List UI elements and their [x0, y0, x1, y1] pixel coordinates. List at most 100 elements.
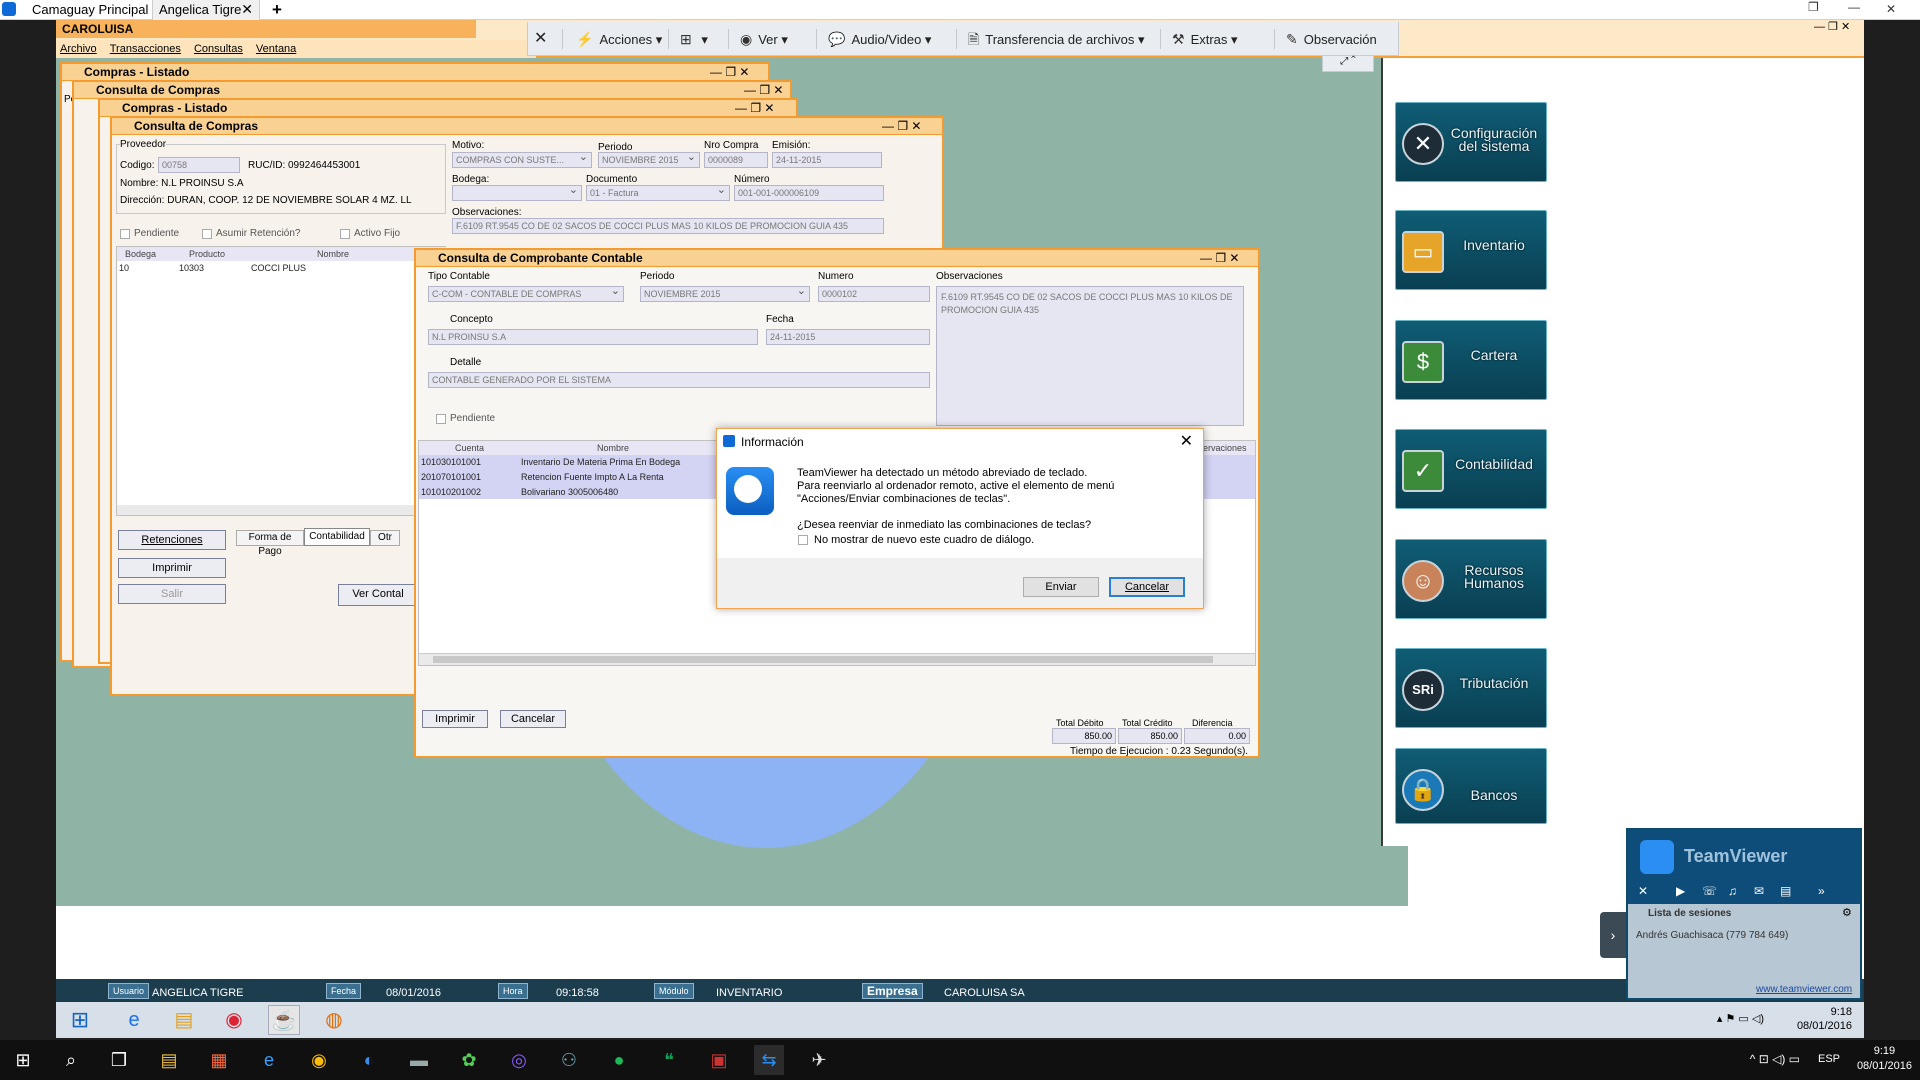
store-icon[interactable]: ▦: [204, 1045, 234, 1075]
add-tab-button[interactable]: +: [272, 0, 282, 20]
menu-transacciones[interactable]: Transacciones: [110, 43, 181, 55]
task-view-icon[interactable]: ❒: [104, 1045, 134, 1075]
expand-icon[interactable]: »: [1818, 884, 1825, 898]
module-cartera-button[interactable]: $ Cartera: [1395, 320, 1547, 400]
horizontal-scrollbar[interactable]: [419, 653, 1255, 665]
hangouts-icon[interactable]: ❝: [654, 1045, 684, 1075]
panel-collapse-handle[interactable]: ›: [1600, 912, 1626, 958]
module-recursos-humanos-button[interactable]: ☺ Recursos Humanos: [1395, 539, 1547, 619]
teamviewer-icon[interactable]: ⇆: [754, 1045, 784, 1075]
file-explorer-icon[interactable]: ▤: [154, 1045, 184, 1075]
window-controls[interactable]: — ❐ ✕: [744, 82, 783, 99]
chat-icon[interactable]: ✉: [1754, 884, 1764, 898]
windows-start-icon[interactable]: ⊞: [64, 1005, 96, 1035]
toolbar-collapse-tab[interactable]: ⤢ ⌃: [1322, 56, 1374, 72]
edge-icon[interactable]: e: [254, 1045, 284, 1075]
window-titlebar[interactable]: Compras - Listado — ❐ ✕: [62, 64, 768, 81]
observaciones-field[interactable]: F.6109 RT.9545 CO DE 02 SACOS DE COCCI P…: [936, 286, 1244, 426]
asumir-retencion-checkbox[interactable]: [202, 229, 212, 239]
video-icon[interactable]: ▶: [1676, 884, 1685, 898]
retenciones-button[interactable]: Retenciones: [118, 530, 226, 550]
acciones-menu[interactable]: ⚡ Acciones ▾: [576, 22, 662, 56]
app-icon[interactable]: ✈: [804, 1045, 834, 1075]
ie-icon[interactable]: e: [118, 1005, 150, 1035]
ver-contabilidad-button[interactable]: Ver Contal: [338, 584, 418, 606]
window-controls[interactable]: — ❐ ✕: [882, 118, 921, 135]
fullscreen-icon[interactable]: ⤢: [1340, 56, 1348, 67]
imprimir-button[interactable]: Imprimir: [118, 558, 226, 578]
window-titlebar[interactable]: Consulta de Compras — ❐ ✕: [112, 118, 942, 135]
tab-contabilidad[interactable]: Contabilidad: [304, 528, 370, 546]
fecha-field[interactable]: 24-11-2015: [766, 329, 930, 345]
app-icon[interactable]: ◐: [354, 1045, 384, 1075]
motivo-select[interactable]: COMPRAS CON SUSTE...: [452, 152, 592, 168]
window-controls[interactable]: — ❐ ✕: [1200, 250, 1239, 267]
chevron-up-icon[interactable]: ⌃: [1351, 56, 1356, 67]
pendiente-checkbox[interactable]: [120, 229, 130, 239]
window-controls[interactable]: — ❐ ✕: [710, 64, 749, 81]
enviar-button[interactable]: Enviar: [1023, 577, 1099, 597]
app-icon[interactable]: ✿: [454, 1045, 484, 1075]
bodega-select[interactable]: [452, 185, 582, 201]
detalle-field[interactable]: CONTABLE GENERADO POR EL SISTEMA: [428, 372, 930, 388]
ver-menu[interactable]: ◉ Ver ▾: [740, 22, 788, 56]
extras-menu[interactable]: ⚒ Extras ▾: [1172, 22, 1238, 56]
periodo-select[interactable]: NOVIEMBRE 2015: [598, 152, 700, 168]
minimize-icon[interactable]: —: [1848, 0, 1860, 14]
activo-fijo-checkbox[interactable]: [340, 229, 350, 239]
restore-icon[interactable]: ❐: [1808, 0, 1819, 14]
numero-field[interactable]: 0000102: [818, 286, 930, 302]
module-inventario-button[interactable]: ▭ Inventario: [1395, 210, 1547, 290]
search-icon[interactable]: ⌕: [56, 1045, 86, 1075]
transferencia-menu[interactable]: 🗎 Transferencia de archivos ▾: [968, 22, 1145, 56]
salir-button[interactable]: Salir: [118, 584, 226, 604]
session-item[interactable]: Andrés Guachisaca (779 784 649): [1636, 930, 1788, 941]
tipo-contable-select[interactable]: C-COM - CONTABLE DE COMPRAS: [428, 286, 624, 302]
imprimir-button[interactable]: Imprimir: [422, 710, 488, 728]
tray-icons[interactable]: ▴ ⚑ ▭ ◁): [1717, 1012, 1764, 1025]
nro-compra-field[interactable]: 0000089: [704, 152, 768, 168]
periodo-select[interactable]: NOVIEMBRE 2015: [640, 286, 810, 302]
chrome-icon[interactable]: ◉: [304, 1045, 334, 1075]
concepto-field[interactable]: N.L PROINSU S.A: [428, 329, 758, 345]
documento-select[interactable]: 01 - Factura: [586, 185, 730, 201]
horizontal-scrollbar[interactable]: [117, 505, 447, 515]
firefox-icon[interactable]: ◍: [318, 1005, 350, 1035]
windows-menu[interactable]: ⊞ ▾: [680, 22, 708, 56]
window-titlebar[interactable]: Compras - Listado — ❐ ✕: [100, 100, 796, 117]
phone-icon[interactable]: ☏: [1702, 884, 1717, 898]
app-window-controls[interactable]: — ❐ ✕: [1814, 20, 1850, 33]
window-titlebar[interactable]: Consulta de Comprobante Contable — ❐ ✕: [416, 250, 1258, 267]
gear-icon[interactable]: ⚙: [1842, 906, 1852, 919]
host-tray-icons[interactable]: ^ ⊡ ◁) ▭: [1750, 1052, 1800, 1066]
close-window-icon[interactable]: ✕: [1886, 2, 1896, 16]
emision-field[interactable]: 24-11-2015: [772, 152, 882, 168]
codigo-field[interactable]: 00758: [158, 157, 240, 173]
module-bancos-button[interactable]: 🔒 Bancos: [1395, 748, 1547, 824]
pendiente-checkbox[interactable]: [436, 414, 446, 424]
spotify-icon[interactable]: ●: [604, 1045, 634, 1075]
files-icon[interactable]: ▤: [1780, 884, 1791, 898]
dialog-close-icon[interactable]: ✕: [1180, 431, 1193, 451]
app-icon[interactable]: ◎: [504, 1045, 534, 1075]
observaciones-field[interactable]: F.6109 RT.9545 CO DE 02 SACOS DE COCCI P…: [452, 218, 884, 234]
module-configuracion-button[interactable]: ✕ Configuración del sistema: [1395, 102, 1547, 182]
module-tributacion-button[interactable]: SRi Tributación: [1395, 648, 1547, 728]
menu-ventana[interactable]: Ventana: [256, 43, 296, 55]
game-icon[interactable]: ▣: [704, 1045, 734, 1075]
app-icon[interactable]: ▬: [404, 1045, 434, 1075]
close-tab-icon[interactable]: ✕: [241, 0, 253, 19]
close-session-button[interactable]: ✕: [534, 22, 547, 56]
java-icon[interactable]: ☕: [268, 1005, 300, 1035]
audio-video-menu[interactable]: 💬 Audio/Video ▾: [828, 22, 931, 56]
teamviewer-link[interactable]: www.teamviewer.com: [1756, 984, 1852, 995]
app-icon[interactable]: ⚇: [554, 1045, 584, 1075]
tab-camaguay-principal[interactable]: Camaguay Principal: [0, 0, 152, 20]
tab-angelica-tigre[interactable]: Angelica Tigre ✕: [152, 0, 260, 20]
chrome-icon[interactable]: ◉: [218, 1005, 250, 1035]
window-titlebar[interactable]: Consulta de Compras — ❐ ✕: [74, 82, 790, 99]
menu-consultas[interactable]: Consultas: [194, 43, 243, 55]
folder-icon[interactable]: ▤: [168, 1005, 200, 1035]
menu-archivo[interactable]: Archivo: [60, 43, 97, 55]
numero-field[interactable]: 001-001-000006109: [734, 185, 884, 201]
